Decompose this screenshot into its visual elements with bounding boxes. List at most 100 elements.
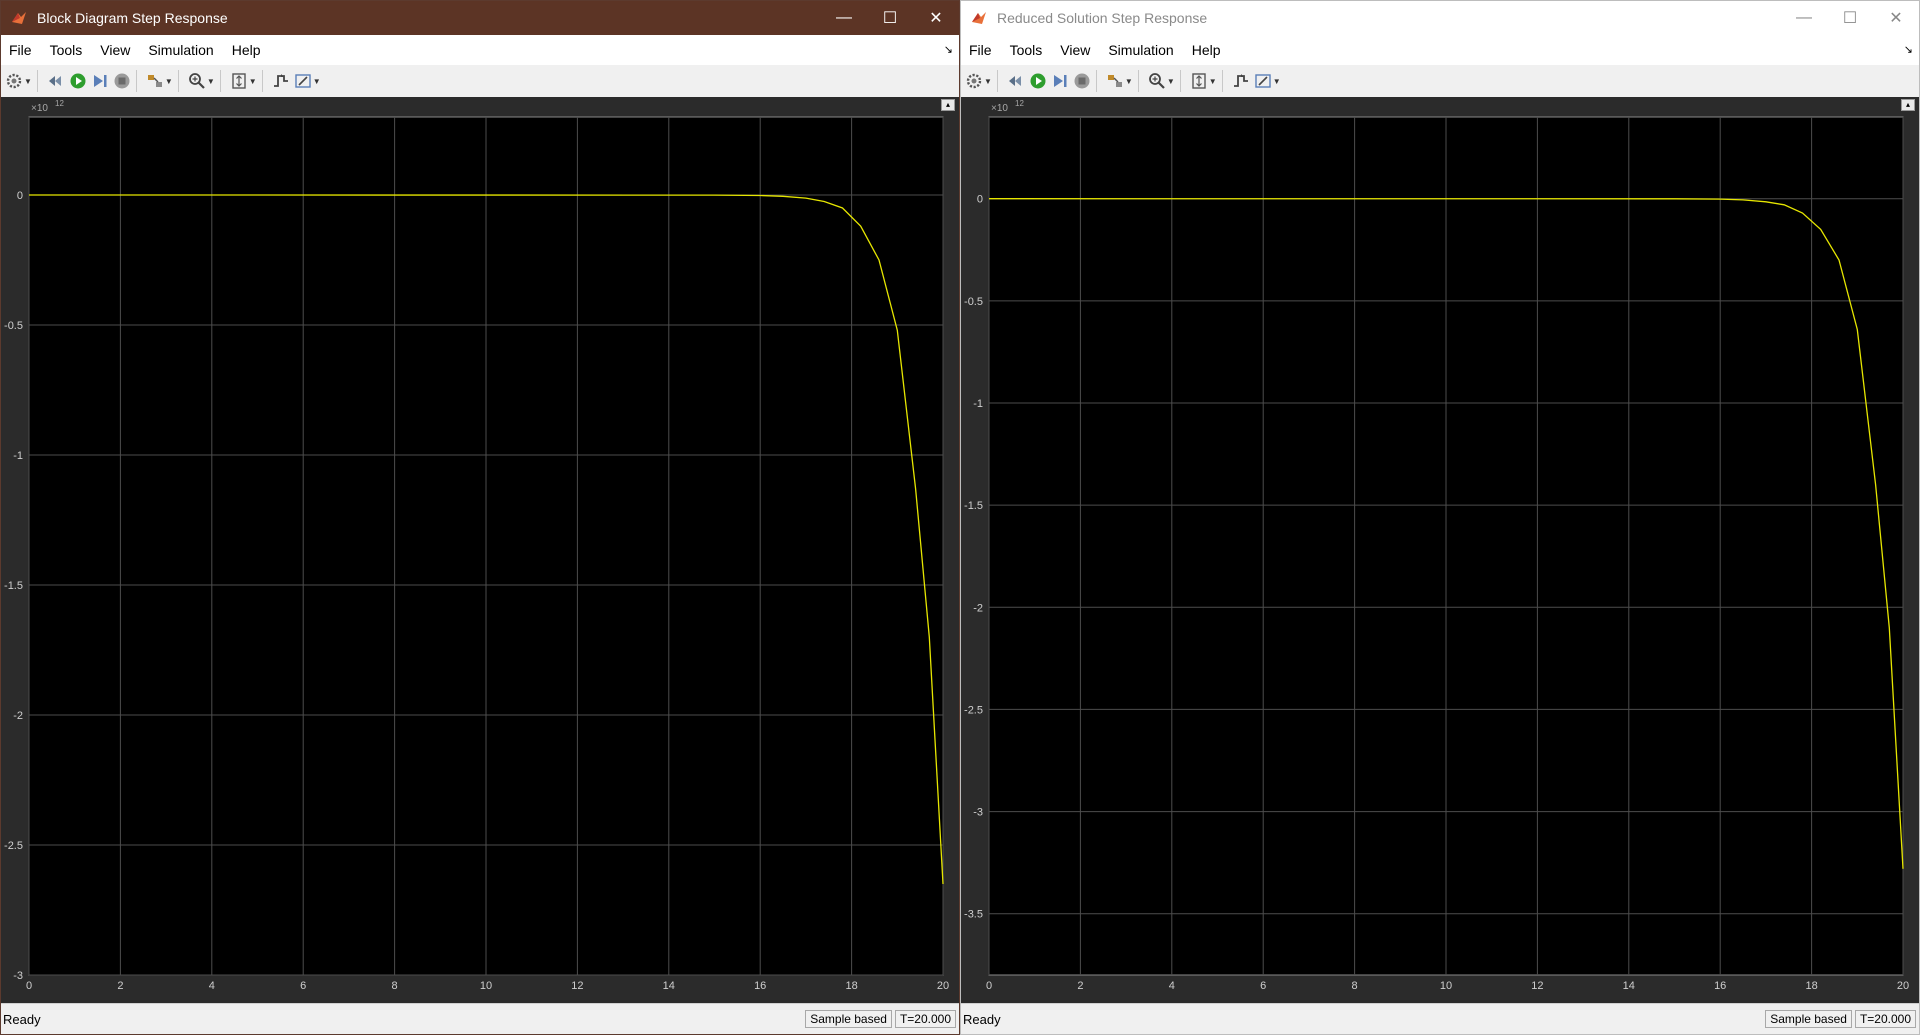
highlight-button[interactable]: ▼ bbox=[146, 69, 173, 93]
menu-help[interactable]: Help bbox=[223, 42, 270, 58]
maximize-button[interactable]: ☐ bbox=[1827, 1, 1873, 35]
triggers-button[interactable] bbox=[272, 69, 290, 93]
scale-axes-button[interactable]: ▼ bbox=[1190, 69, 1217, 93]
exponent-power: 12 bbox=[1015, 99, 1024, 108]
restore-icon bbox=[1008, 76, 1021, 86]
y-tick-label: 0 bbox=[17, 190, 23, 202]
x-tick-label: 0 bbox=[986, 980, 992, 992]
y-tick-label: -2 bbox=[973, 602, 983, 614]
maximize-button[interactable]: ☐ bbox=[867, 1, 913, 35]
scale-axes-button[interactable]: ▼ bbox=[230, 69, 257, 93]
status-bar: Ready Sample based T=20.000 bbox=[1, 1003, 959, 1034]
x-tick-label: 18 bbox=[845, 980, 857, 992]
restore-button[interactable] bbox=[47, 69, 65, 93]
settings-button[interactable]: ▼ bbox=[5, 69, 32, 93]
menu-help[interactable]: Help bbox=[1183, 42, 1230, 58]
x-tick-label: 16 bbox=[1714, 980, 1726, 992]
step-response-chart[interactable]: 0 2 4 6 8 10 12 14 16 18 20 0 -0.5 -1 -1.5 -2 -2.5 -3 ×10 1… bbox=[1, 97, 959, 1005]
stop-button[interactable] bbox=[113, 69, 131, 93]
zoom-icon bbox=[188, 73, 205, 89]
matlab-icon bbox=[971, 9, 989, 27]
minimize-button[interactable]: — bbox=[1781, 1, 1827, 35]
menu-tools[interactable]: Tools bbox=[1001, 42, 1052, 58]
simulation-time: T=20.000 bbox=[894, 1010, 956, 1028]
title-bar[interactable]: Reduced Solution Step Response — ☐ ✕ bbox=[961, 1, 1919, 35]
x-tick-label: 10 bbox=[1440, 980, 1452, 992]
y-tick-label: -3 bbox=[973, 807, 983, 819]
restore-button[interactable] bbox=[1007, 69, 1025, 93]
zoom-icon bbox=[1148, 73, 1165, 89]
x-tick-label: 2 bbox=[117, 980, 123, 992]
settings-button[interactable]: ▼ bbox=[965, 69, 992, 93]
step-response-chart[interactable]: 0 2 4 6 8 10 12 14 16 18 20 0 -0.5 -1 -1.5 -2 -2.5 -3 -3.5… bbox=[961, 97, 1919, 1005]
highlight-button[interactable]: ▼ bbox=[1106, 69, 1133, 93]
run-icon bbox=[70, 73, 86, 89]
y-tick-label: -2.5 bbox=[964, 704, 983, 716]
menu-bar: File Tools View Simulation Help ↘ bbox=[961, 35, 1919, 66]
cursor-measurements-icon bbox=[294, 74, 311, 88]
stop-button[interactable] bbox=[1073, 69, 1091, 93]
scope-window-block-diagram[interactable]: Block Diagram Step Response — ☐ ✕ File T… bbox=[0, 0, 960, 1035]
scope-plot-area[interactable]: 0 2 4 6 8 10 12 14 16 18 20 0 -0.5 -1 -1.5 -2 -2.5 -3 -3.5… bbox=[961, 97, 1919, 1004]
undock-icon[interactable]: ↘ bbox=[944, 43, 953, 56]
x-tick-label: 14 bbox=[1623, 980, 1635, 992]
exponent-power: 12 bbox=[55, 99, 64, 108]
y-tick-label: -3 bbox=[13, 970, 23, 982]
window-title: Reduced Solution Step Response bbox=[997, 10, 1208, 26]
undock-icon[interactable]: ↘ bbox=[1904, 43, 1913, 56]
scope-plot-area[interactable]: 0 2 4 6 8 10 12 14 16 18 20 0 -0.5 -1 -1.5 -2 -2.5 -3 ×10 1… bbox=[1, 97, 959, 1004]
x-tick-label: 14 bbox=[663, 980, 675, 992]
sample-mode: Sample based bbox=[1765, 1010, 1852, 1028]
close-button[interactable]: ✕ bbox=[1873, 1, 1919, 35]
scope-window-reduced-solution[interactable]: Reduced Solution Step Response — ☐ ✕ Fil… bbox=[960, 0, 1920, 1035]
menu-view[interactable]: View bbox=[1051, 42, 1099, 58]
x-tick-label: 20 bbox=[937, 980, 949, 992]
x-tick-label: 20 bbox=[1897, 980, 1909, 992]
y-tick-label: -0.5 bbox=[964, 296, 983, 308]
status-bar: Ready Sample based T=20.000 bbox=[961, 1003, 1919, 1034]
cursor-measurements-button[interactable]: ▼ bbox=[1254, 69, 1281, 93]
run-button[interactable] bbox=[1029, 69, 1047, 93]
simulation-time: T=20.000 bbox=[1854, 1010, 1916, 1028]
y-tick-label: -0.5 bbox=[4, 320, 23, 332]
x-tick-label: 10 bbox=[480, 980, 492, 992]
stop-icon bbox=[114, 73, 130, 89]
step-forward-icon bbox=[93, 75, 107, 87]
run-icon bbox=[1030, 73, 1046, 89]
title-bar[interactable]: Block Diagram Step Response — ☐ ✕ bbox=[1, 1, 959, 35]
window-title: Block Diagram Step Response bbox=[37, 10, 228, 26]
step-forward-button[interactable] bbox=[1051, 69, 1069, 93]
menu-simulation[interactable]: Simulation bbox=[139, 42, 222, 58]
x-tick-label: 6 bbox=[300, 980, 306, 992]
matlab-icon bbox=[11, 9, 29, 27]
x-tick-label: 4 bbox=[1169, 980, 1175, 992]
toolbar: ▼ ▼ ▼ ▼ ▼ bbox=[961, 65, 1919, 98]
status-text: Ready bbox=[963, 1011, 1001, 1027]
menu-simulation[interactable]: Simulation bbox=[1099, 42, 1182, 58]
scale-axes-icon bbox=[1192, 73, 1206, 89]
run-button[interactable] bbox=[69, 69, 87, 93]
menu-tools[interactable]: Tools bbox=[41, 42, 92, 58]
cursor-measurements-button[interactable]: ▼ bbox=[294, 69, 321, 93]
x-tick-label: 8 bbox=[1352, 980, 1358, 992]
minimize-button[interactable]: — bbox=[821, 1, 867, 35]
maximize-axes-icon[interactable]: ▴ bbox=[941, 99, 955, 111]
menu-file[interactable]: File bbox=[961, 42, 1001, 58]
highlight-icon bbox=[1107, 75, 1122, 87]
y-tick-label: -1 bbox=[973, 398, 983, 410]
menu-view[interactable]: View bbox=[91, 42, 139, 58]
restore-icon bbox=[48, 76, 61, 86]
menu-file[interactable]: File bbox=[1, 42, 41, 58]
x-tick-label: 12 bbox=[571, 980, 583, 992]
cursor-measurements-icon bbox=[1254, 74, 1271, 88]
exponent-label: ×10 bbox=[991, 103, 1008, 114]
maximize-axes-icon[interactable]: ▴ bbox=[1901, 99, 1915, 111]
y-tick-label: -3.5 bbox=[964, 909, 983, 921]
step-forward-icon bbox=[1053, 75, 1067, 87]
zoom-button[interactable]: ▼ bbox=[1148, 69, 1175, 93]
close-button[interactable]: ✕ bbox=[913, 1, 959, 35]
triggers-button[interactable] bbox=[1232, 69, 1250, 93]
zoom-button[interactable]: ▼ bbox=[188, 69, 215, 93]
y-tick-label: -2 bbox=[13, 710, 23, 722]
step-forward-button[interactable] bbox=[91, 69, 109, 93]
